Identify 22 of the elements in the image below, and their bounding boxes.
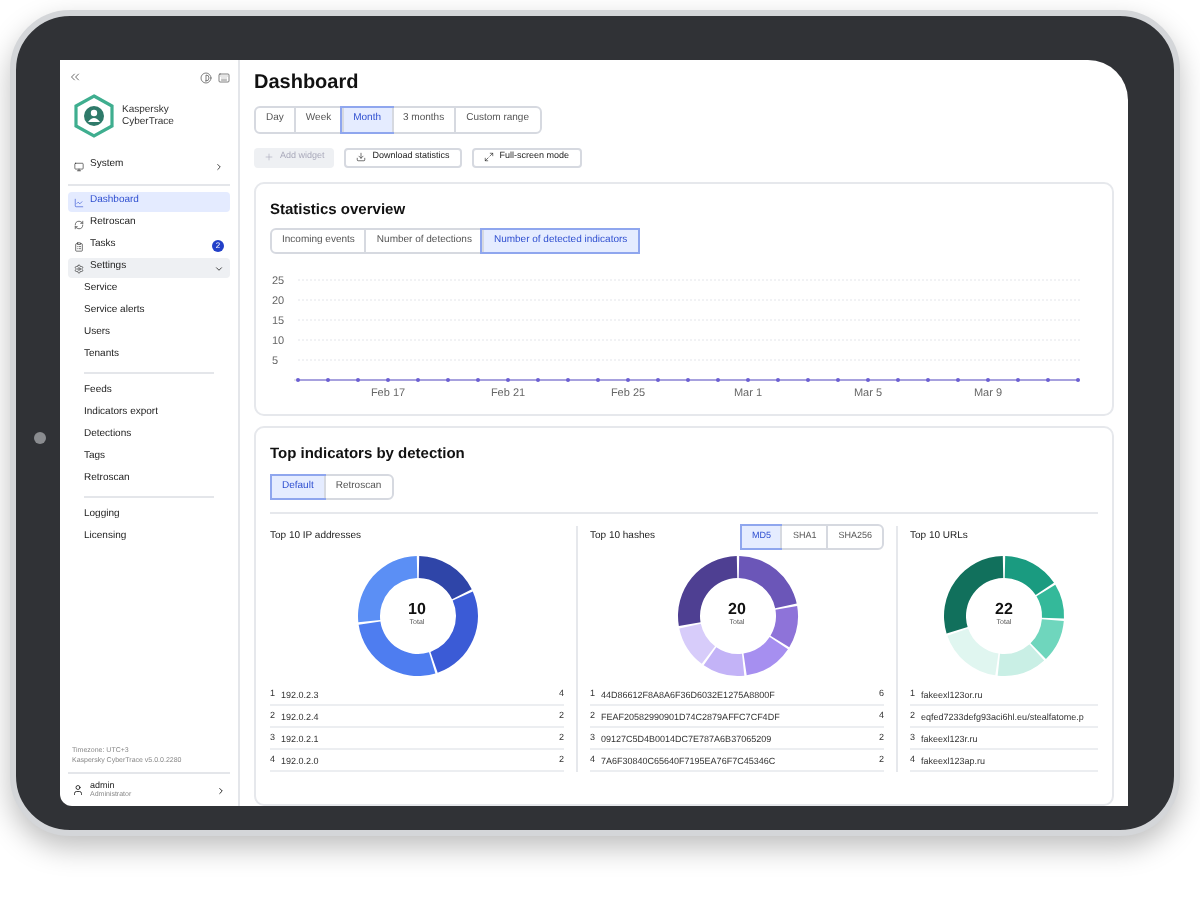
- logo-icon: [74, 94, 114, 138]
- plus-icon: [264, 152, 274, 162]
- chevron-right-icon: [216, 785, 226, 795]
- refresh-icon: [74, 219, 84, 229]
- donut-chart-drawing: [942, 554, 1066, 678]
- line-chart-icon: [74, 197, 84, 207]
- donut-total: 20: [728, 602, 746, 619]
- donut-chart-drawing: [675, 554, 799, 678]
- collapse-icon[interactable]: [68, 70, 82, 84]
- keyboard-icon[interactable]: [218, 71, 230, 83]
- user-icon: [72, 784, 84, 796]
- camera-icon: [34, 432, 46, 444]
- monitor-icon: [74, 161, 84, 171]
- donut-chart-drawing: [355, 554, 479, 678]
- contrast-icon[interactable]: [200, 71, 212, 83]
- donut-total: 10: [408, 602, 426, 619]
- page-title: Dashboard: [254, 72, 361, 96]
- donut-total: 22: [995, 602, 1013, 619]
- expand-icon: [483, 152, 494, 162]
- settings-icon: [74, 263, 84, 273]
- download-icon: [356, 152, 367, 162]
- clipboard-icon: [74, 241, 84, 251]
